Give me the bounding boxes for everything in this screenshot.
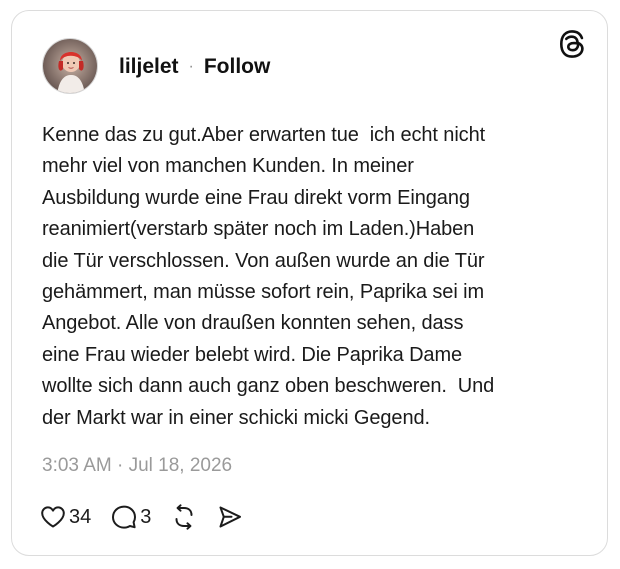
reply-button[interactable]: 3: [111, 504, 151, 530]
reply-count: 3: [140, 505, 152, 528]
post-text-line: eine Frau wieder belebt wird. Die Paprik…: [42, 343, 463, 366]
post-timestamp[interactable]: 3:03 AM · Jul 18, 2026: [42, 455, 232, 477]
threads-logo-icon[interactable]: [559, 30, 585, 58]
speech-bubble-icon: [111, 504, 137, 530]
like-count: 34: [69, 505, 92, 528]
post-text-line: mehr viel von manchen Kunden. In meiner: [42, 155, 414, 178]
like-button[interactable]: 34: [40, 505, 91, 529]
share-button[interactable]: [217, 504, 243, 530]
heart-icon: [40, 505, 66, 529]
post-card: liljelet · Follow Kenne das zu gut.Aber …: [11, 10, 608, 556]
post-text-line: reanimiert(verstarb später noch im Laden…: [42, 218, 475, 241]
post-text-line: Kenne das zu gut.Aber erwarten tue ich e…: [42, 124, 486, 146]
username[interactable]: liljelet: [119, 55, 179, 79]
post-text-line: der Markt war in einer schicki micki Geg…: [42, 406, 430, 429]
post-text-line: die Tür verschlossen. Von außen wurde an…: [42, 249, 485, 272]
send-icon: [217, 504, 243, 530]
separator-dot: ·: [188, 58, 194, 75]
repost-icon: [171, 504, 197, 530]
action-bar: 34 3: [40, 503, 243, 531]
avatar[interactable]: [42, 38, 98, 94]
post-header: liljelet · Follow: [119, 55, 270, 79]
post-text-line: Ausbildung wurde eine Frau direkt vorm E…: [42, 186, 470, 209]
post-text: Kenne das zu gut.Aber erwarten tue ich e…: [42, 120, 582, 434]
repost-button[interactable]: [171, 504, 197, 530]
profile-avatar-image: [43, 39, 97, 93]
post-text-line: gehämmert, man müsse sofort rein, Paprik…: [42, 281, 485, 304]
post-text-line: Angebot. Alle von draußen konnten sehen,…: [42, 312, 464, 335]
follow-button[interactable]: Follow: [204, 55, 271, 79]
post-text-line: wollte sich dann auch ganz oben beschwer…: [42, 375, 495, 398]
